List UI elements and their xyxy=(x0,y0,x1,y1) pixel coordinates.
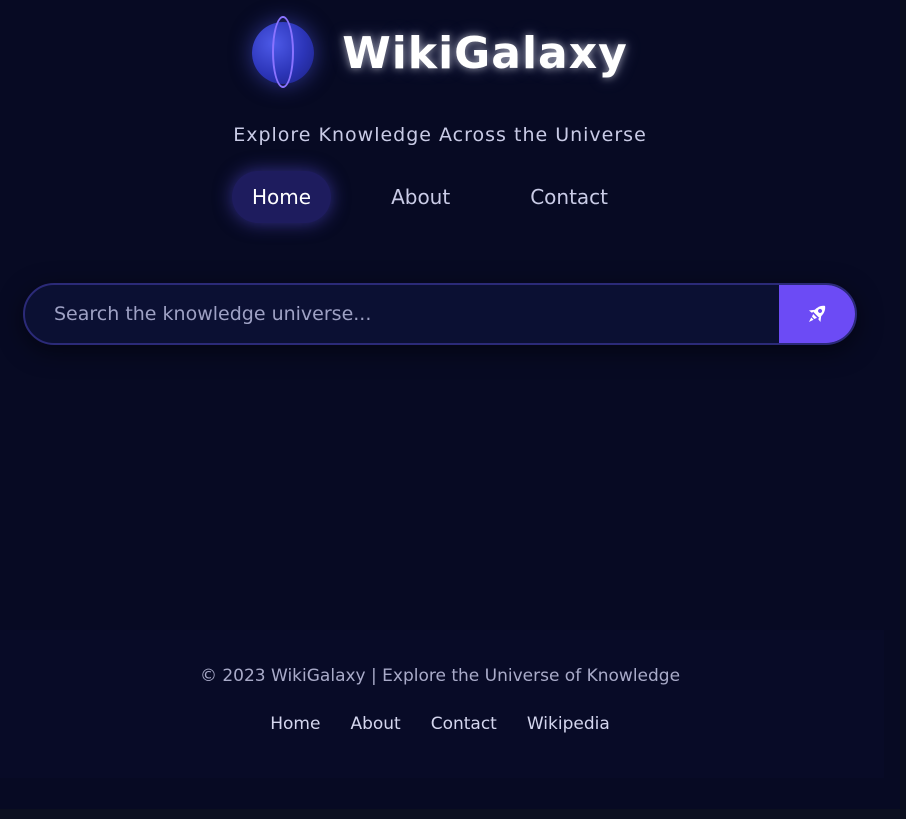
nav-item-home[interactable]: Home xyxy=(232,171,332,223)
footer-link-about[interactable]: About xyxy=(350,714,400,734)
planet-icon xyxy=(252,16,315,88)
footer-link-wikipedia[interactable]: Wikipedia xyxy=(527,714,610,734)
site-tagline: Explore Knowledge Across the Universe xyxy=(233,124,647,146)
nav-item-contact[interactable]: Contact xyxy=(510,171,628,223)
footer-copyright: © 2023 WikiGalaxy | Explore the Universe… xyxy=(199,666,681,686)
search-bar xyxy=(23,283,857,345)
nav-item-about[interactable]: About xyxy=(371,171,470,223)
footer-links: Home About Contact Wikipedia xyxy=(0,714,880,734)
search-button[interactable] xyxy=(779,285,855,343)
rocket-icon xyxy=(808,305,826,323)
site-footer: © 2023 WikiGalaxy | Explore the Universe… xyxy=(0,630,884,778)
window-edge-right xyxy=(900,0,906,819)
main-nav: Home About Contact xyxy=(232,171,668,223)
footer-link-contact[interactable]: Contact xyxy=(431,714,497,734)
footer-link-home[interactable]: Home xyxy=(270,714,320,734)
page: WikiGalaxy Explore Knowledge Across the … xyxy=(0,0,900,809)
brand-header: WikiGalaxy xyxy=(0,16,900,88)
window-edge-bottom xyxy=(0,809,906,819)
planet-ring xyxy=(272,16,295,88)
site-title: WikiGalaxy xyxy=(342,27,628,79)
search-input[interactable] xyxy=(25,285,779,343)
